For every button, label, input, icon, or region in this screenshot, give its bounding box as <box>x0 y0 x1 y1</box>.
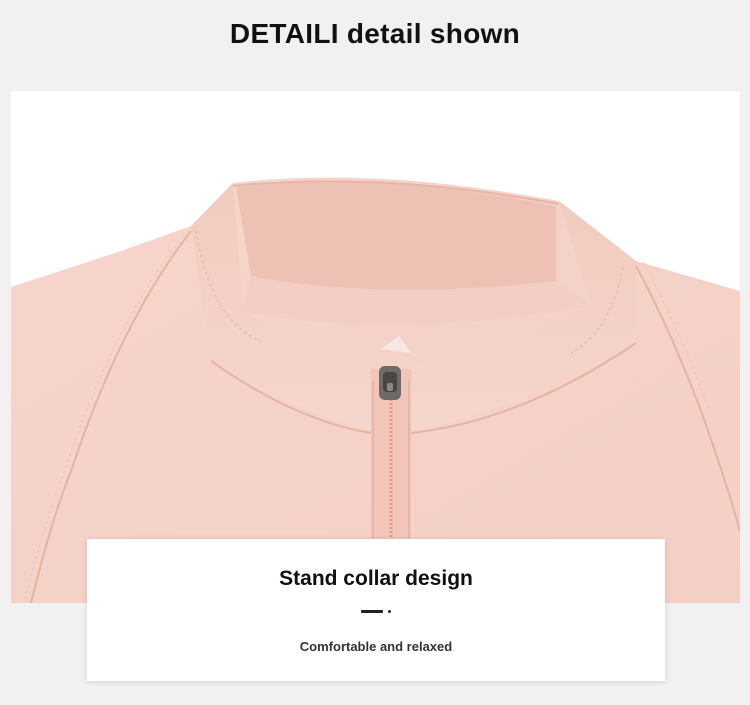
jacket-collar-illustration <box>11 177 740 603</box>
divider-icon <box>361 610 391 614</box>
caption-subtitle: Comfortable and relaxed <box>299 639 453 654</box>
divider-dot <box>388 610 391 613</box>
divider-bar <box>361 610 383 613</box>
caption-title: Stand collar design <box>279 567 473 590</box>
product-photo <box>11 91 740 603</box>
caption-card: Stand collar design Comfortable and rela… <box>87 539 665 681</box>
page-title: DETAILI detail shown <box>229 18 521 49</box>
